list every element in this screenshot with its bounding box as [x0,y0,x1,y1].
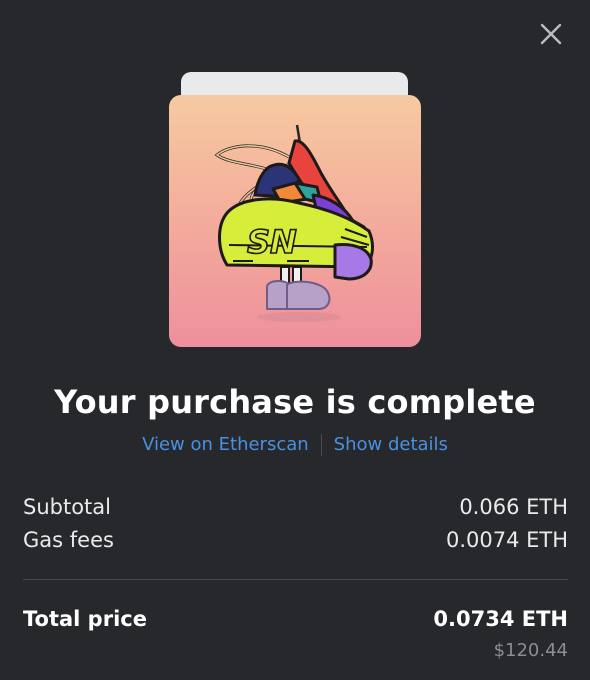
sneaker-icon: SN [214,124,374,322]
show-details-link[interactable]: Show details [334,432,448,458]
total-price-row: Total price 0.0734 ETH [23,605,568,633]
gas-fees-row: Gas fees 0.0074 ETH [23,526,568,554]
view-on-etherscan-link[interactable]: View on Etherscan [142,432,309,458]
subtotal-label: Subtotal [23,495,111,519]
gas-fees-value: 0.0074 ETH [445,528,568,552]
subtotal-value: 0.066 ETH [459,495,568,519]
subtotal-row: Subtotal 0.066 ETH [23,493,568,521]
total-price-label: Total price [23,607,147,631]
gas-fees-label: Gas fees [23,528,114,552]
nft-artwork: SN [169,95,421,347]
link-divider [320,434,322,456]
purchase-complete-dialog: SN Your purchase is complete View on Eth… [0,0,590,680]
purchase-complete-title: Your purchase is complete [54,383,536,421]
total-usd-value: $120.44 [493,640,568,661]
total-price-value: 0.0734 ETH [433,607,568,631]
action-links: View on Etherscan Show details [0,432,590,458]
svg-text:SN: SN [247,223,297,261]
close-icon [540,23,562,45]
close-button[interactable] [536,19,566,49]
summary-divider [23,579,568,580]
